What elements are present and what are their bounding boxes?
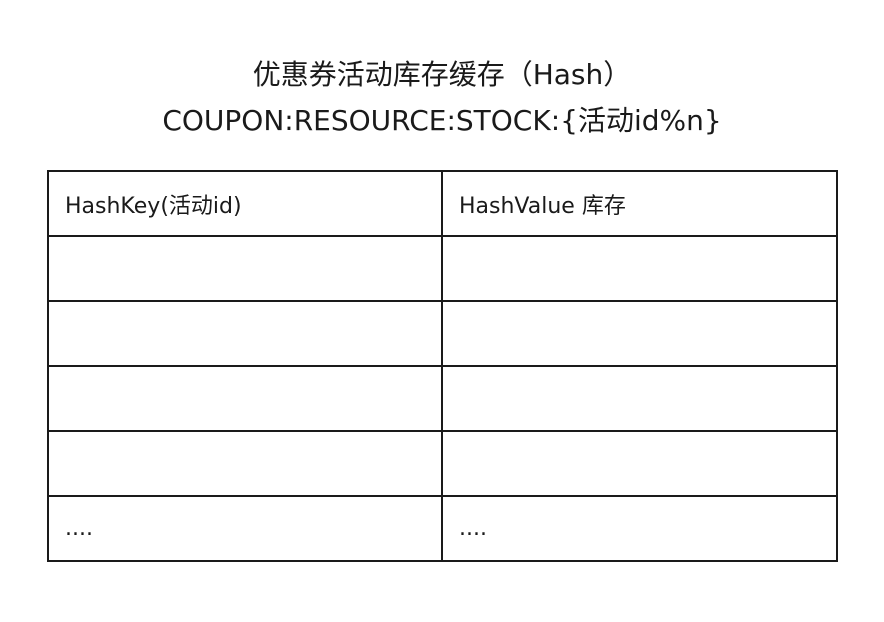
table-cell-value: .... — [441, 495, 838, 562]
table-cell-value — [441, 365, 838, 432]
header-hash-key: HashKey(活动id) — [47, 170, 443, 237]
table-row — [47, 235, 838, 302]
hash-table: HashKey(活动id) HashValue 库存 .... .... — [47, 170, 838, 562]
table-header-row: HashKey(活动id) HashValue 库存 — [47, 170, 838, 237]
table-cell-key — [47, 430, 443, 497]
table-row — [47, 300, 838, 367]
title-line-2: COUPON:RESOURCE:STOCK:{活动id%n} — [162, 104, 722, 137]
table-cell-value — [441, 430, 838, 497]
table-cell-value — [441, 235, 838, 302]
header-hash-value: HashValue 库存 — [441, 170, 838, 237]
table-cell-key — [47, 300, 443, 367]
table-cell-value — [441, 300, 838, 367]
title-line-1: 优惠券活动库存缓存（Hash） — [252, 58, 632, 91]
table-cell-key — [47, 235, 443, 302]
diagram-title: 优惠券活动库存缓存（Hash） COUPON:RESOURCE:STOCK:{活… — [0, 52, 884, 144]
table-row — [47, 430, 838, 497]
table-cell-key — [47, 365, 443, 432]
table-cell-key: .... — [47, 495, 443, 562]
table-row — [47, 365, 838, 432]
table-row: .... .... — [47, 495, 838, 562]
